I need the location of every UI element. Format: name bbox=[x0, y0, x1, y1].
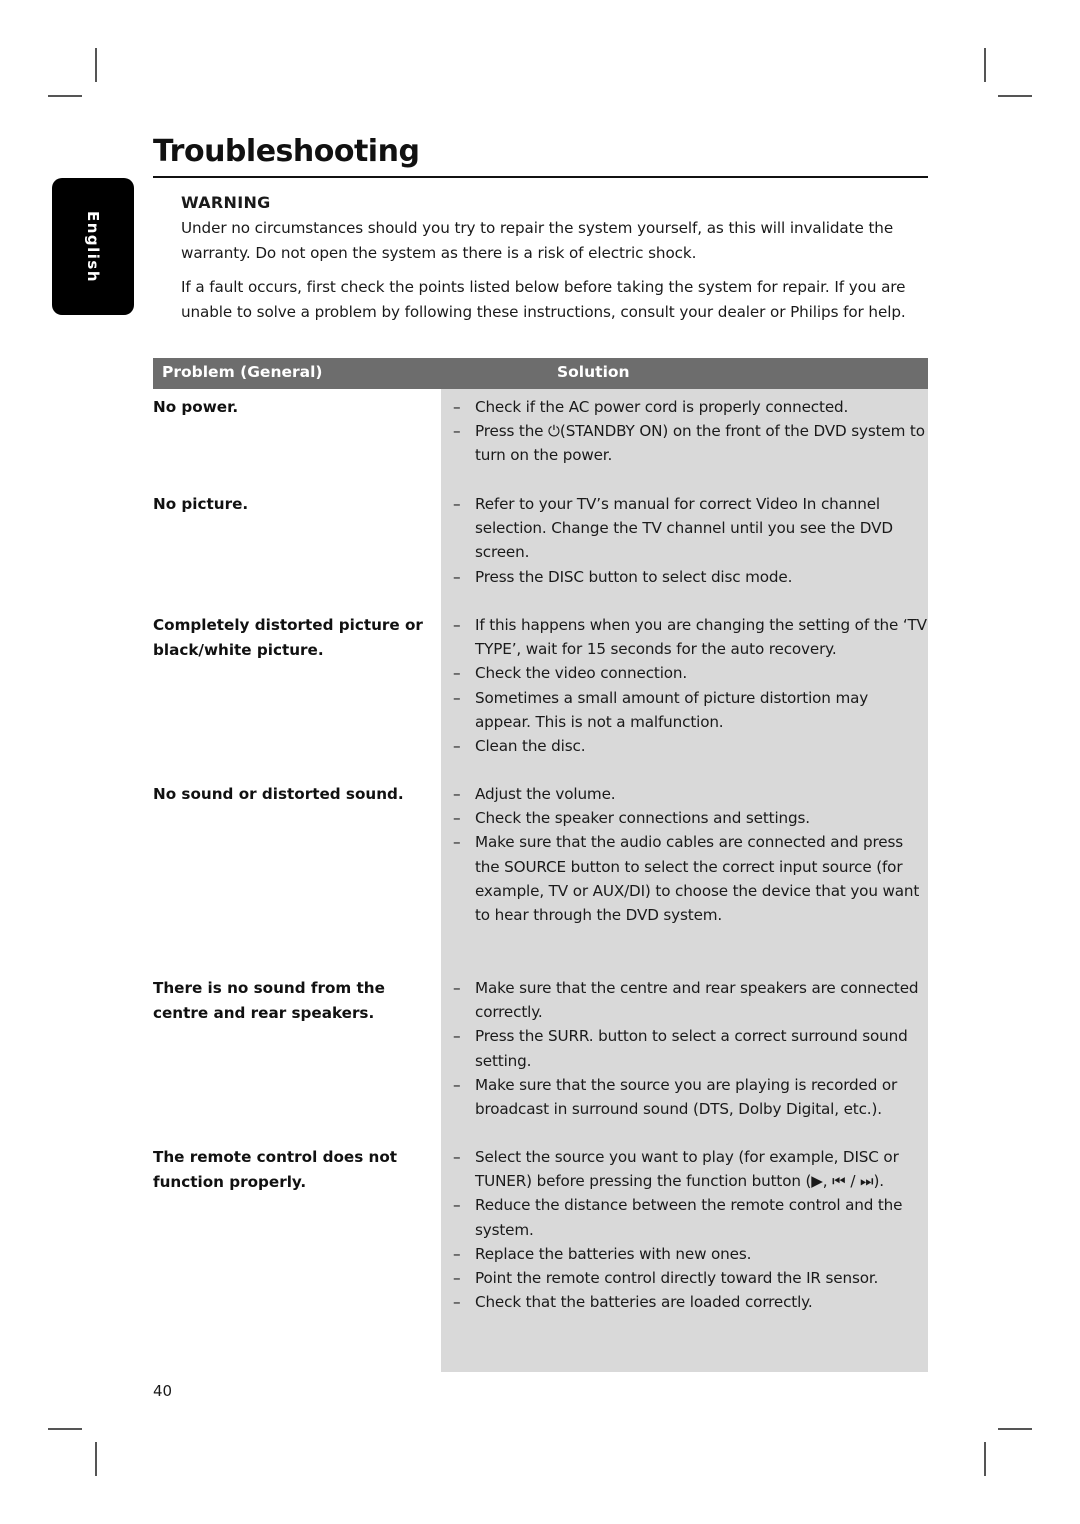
dash-bullet-icon: – bbox=[453, 1293, 461, 1312]
solution-item: – Make sure that the centre and rear spea… bbox=[453, 976, 928, 1024]
solution-item: – Select the source you want to play (for… bbox=[453, 1145, 928, 1193]
solution-text: Press the SURR. button to select a corre… bbox=[475, 1027, 908, 1070]
crop-mark bbox=[95, 48, 97, 82]
dash-bullet-icon: – bbox=[453, 1027, 461, 1046]
solution-text: Reduce the distance between the remote c… bbox=[475, 1196, 903, 1239]
dash-bullet-icon: – bbox=[453, 737, 461, 756]
solution-item: – If this happens when you are changing t… bbox=[453, 613, 928, 661]
warning-text: Under no circumstances should you try to… bbox=[181, 219, 894, 262]
crop-mark bbox=[95, 1442, 97, 1476]
dash-bullet-icon: – bbox=[453, 398, 461, 416]
solution-item: – Press the ⏻(STANDBY ON) on the front of… bbox=[453, 419, 928, 467]
solution-item: – Reduce the distance between the remote … bbox=[453, 1193, 928, 1241]
solution-text: Check the video connection. bbox=[475, 664, 688, 683]
solution-item: – Refer to your TV’s manual for correct V… bbox=[453, 492, 928, 565]
crop-mark bbox=[984, 48, 986, 82]
solution-text: Check that the batteries are loaded corr… bbox=[475, 1293, 813, 1312]
solution-list: – Check if the AC power cord is properly … bbox=[453, 395, 928, 468]
dash-bullet-icon: – bbox=[453, 785, 461, 803]
dash-bullet-icon: – bbox=[453, 616, 461, 634]
title-divider bbox=[153, 176, 928, 178]
solution-text: Make sure that the centre and rear speak… bbox=[475, 979, 919, 1022]
solution-text: Make sure that the audio cables are conn… bbox=[475, 833, 920, 925]
solution-item: – Make sure that the source you are playi… bbox=[453, 1073, 928, 1121]
dash-bullet-icon: – bbox=[453, 1075, 461, 1094]
solution-item: – Check the video connection. bbox=[453, 661, 928, 685]
dash-bullet-icon: – bbox=[453, 422, 461, 441]
dash-bullet-icon: – bbox=[453, 664, 461, 683]
solution-item: – Replace the batteries with new ones. bbox=[453, 1242, 928, 1266]
solution-list: – Refer to your TV’s manual for correct V… bbox=[453, 492, 928, 589]
solution-text: Press the DISC button to select disc mod… bbox=[475, 567, 793, 586]
dash-bullet-icon: – bbox=[453, 1244, 461, 1263]
dash-bullet-icon: – bbox=[453, 567, 461, 586]
dash-bullet-icon: – bbox=[453, 809, 461, 828]
warning-heading: WARNING bbox=[181, 193, 271, 212]
solution-item: – Check if the AC power cord is properly … bbox=[453, 395, 928, 419]
crop-mark bbox=[998, 1428, 1032, 1430]
header-problem: Problem (General) bbox=[162, 363, 323, 381]
dash-bullet-icon: – bbox=[453, 495, 461, 513]
solution-text: Press the ⏻(STANDBY ON) on the front of … bbox=[475, 422, 925, 465]
intro-text: If a fault occurs, first check the point… bbox=[181, 278, 906, 321]
solution-item: – Check the speaker connections and setti… bbox=[453, 806, 928, 830]
problem-text: No sound or distorted sound. bbox=[153, 785, 404, 803]
dash-bullet-icon: – bbox=[453, 833, 461, 852]
page-title: Troubleshooting bbox=[153, 134, 420, 169]
solution-item: – Sometimes a small amount of picture dis… bbox=[453, 686, 928, 734]
language-tab: English bbox=[52, 178, 134, 315]
solution-item: – Clean the disc. bbox=[453, 734, 928, 758]
solution-list: – Adjust the volume. – Check the speaker co… bbox=[453, 782, 928, 927]
language-tab-label: English bbox=[84, 210, 102, 283]
dash-bullet-icon: – bbox=[453, 1196, 461, 1215]
solution-item: – Adjust the volume. bbox=[453, 782, 928, 806]
solution-list: – If this happens when you are changing t… bbox=[453, 613, 928, 758]
solution-text: Check the speaker connections and settin… bbox=[475, 809, 810, 828]
solution-item: – Make sure that the audio cables are con… bbox=[453, 830, 928, 927]
crop-mark bbox=[48, 1428, 82, 1430]
solution-text: Adjust the volume. bbox=[475, 785, 616, 803]
solution-item: – Point the remote control directly towar… bbox=[453, 1266, 928, 1290]
solution-item: – Check that the batteries are loaded cor… bbox=[453, 1290, 928, 1314]
problem-text: Completely distorted picture or black/wh… bbox=[153, 616, 423, 659]
crop-mark bbox=[48, 95, 82, 97]
crop-mark bbox=[998, 95, 1032, 97]
dash-bullet-icon: – bbox=[453, 979, 461, 997]
header-solution: Solution bbox=[557, 363, 630, 381]
solution-text: Sometimes a small amount of picture dist… bbox=[475, 688, 869, 731]
dash-bullet-icon: – bbox=[453, 1269, 461, 1288]
crop-mark bbox=[984, 1442, 986, 1476]
solution-text: Replace the batteries with new ones. bbox=[475, 1244, 752, 1263]
problem-text: The remote control does not function pro… bbox=[153, 1148, 398, 1191]
problem-text: No picture. bbox=[153, 495, 249, 513]
solution-item: – Press the DISC button to select disc mo… bbox=[453, 565, 928, 589]
solution-text: Select the source you want to play (for … bbox=[475, 1148, 899, 1191]
table-header: Problem (General) Solution bbox=[153, 358, 928, 389]
dash-bullet-icon: – bbox=[453, 688, 461, 707]
page-number: 40 bbox=[153, 1382, 173, 1400]
solution-text: Point the remote control directly toward… bbox=[475, 1269, 879, 1288]
solution-text: If this happens when you are changing th… bbox=[475, 616, 927, 659]
solution-list: – Make sure that the centre and rear spea… bbox=[453, 976, 928, 1121]
problem-text: There is no sound from the centre and re… bbox=[153, 979, 385, 1022]
solution-text: Clean the disc. bbox=[475, 737, 586, 756]
problem-text: No power. bbox=[153, 398, 239, 416]
dash-bullet-icon: – bbox=[453, 1148, 461, 1166]
solution-text: Check if the AC power cord is properly c… bbox=[475, 398, 849, 416]
solution-item: – Press the SURR. button to select a corr… bbox=[453, 1024, 928, 1072]
solution-text: Refer to your TV’s manual for correct Vi… bbox=[475, 495, 893, 562]
solution-list: – Select the source you want to play (for… bbox=[453, 1145, 928, 1314]
solution-text: Make sure that the source you are playin… bbox=[475, 1075, 898, 1119]
